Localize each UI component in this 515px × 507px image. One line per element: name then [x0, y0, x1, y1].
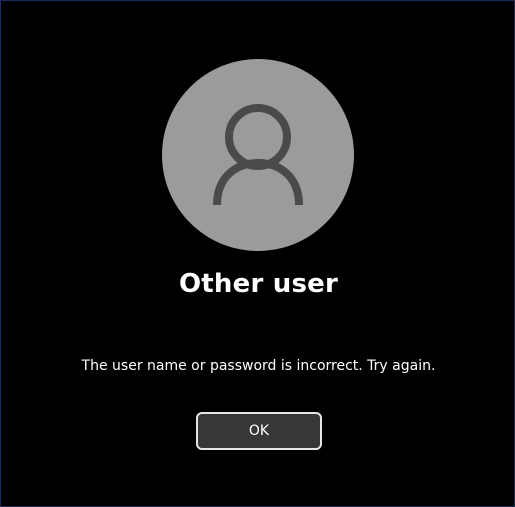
lock-screen-dialog: Other user The user name or password is … [0, 0, 515, 507]
ok-button[interactable]: OK [196, 412, 322, 450]
error-message: The user name or password is incorrect. … [81, 358, 436, 374]
person-icon [213, 104, 303, 206]
user-display-name: Other user [179, 269, 338, 299]
user-avatar [162, 59, 354, 251]
